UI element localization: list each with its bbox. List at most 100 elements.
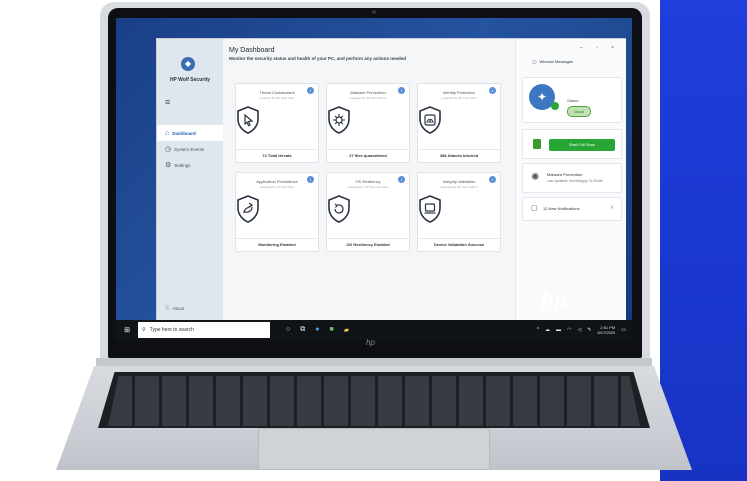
sidebar-item-label: System Events [174, 146, 205, 152]
card-powered-by: powered by HP Sure Click [441, 96, 477, 100]
info-icon[interactable]: i [489, 87, 496, 94]
battery-icon[interactable]: ▬ [556, 327, 561, 333]
volume-icon[interactable]: ◁ [577, 327, 581, 333]
wifi-icon[interactable]: ◠ [567, 327, 571, 333]
card-malware-prevention[interactable]: i Malware Prevention powered by HP Sure … [326, 83, 410, 163]
taskbar-search-input[interactable]: ⚲ Type here to search [138, 322, 270, 338]
card-powered-by: powered by HP Sure Recover [348, 185, 388, 189]
window-controls[interactable]: – ▫ × [580, 45, 620, 51]
start-full-scan-button[interactable]: Start Full Scan [549, 139, 615, 151]
card-application-persistence[interactable]: i Application Persistence powered by HP … [235, 172, 319, 252]
scan-card: Start Full Scan [522, 129, 622, 159]
taskbar-clock[interactable]: 2:51 PM 5/17/2020 [597, 325, 615, 335]
sidebar-item-label: Dashboard [172, 130, 196, 136]
status-check-icon [551, 102, 559, 110]
about-label: About [172, 305, 185, 311]
cortana-icon[interactable]: ○ [286, 326, 290, 334]
chat-icon: ◯ [532, 59, 537, 64]
card-footer: 72 Total threats [236, 149, 318, 162]
sidebar-item-label: Settings [174, 162, 191, 168]
security-cards-grid: i Threat Containment powered by HP Sure … [235, 83, 501, 252]
windows-start-icon[interactable]: ⊞ [120, 326, 134, 334]
webcam [372, 10, 376, 14]
page-title: My Dashboard [229, 47, 275, 54]
gear-icon: ⚙ [165, 162, 172, 169]
notifications-label: 12 New Notifications [543, 206, 580, 211]
store-icon[interactable]: ■ [329, 326, 333, 334]
info-icon[interactable]: i [307, 176, 314, 183]
sidebar-nav: ⌂ Dashboard ◷ System Events ⚙ Settings [157, 125, 223, 173]
card-powered-by: powered by HP Sure Sense [349, 96, 387, 100]
file-explorer-icon[interactable]: ▰ [344, 326, 349, 334]
clock-date: 5/17/2020 [597, 330, 616, 335]
blue-background-panel [660, 0, 747, 481]
info-icon[interactable]: i [489, 176, 496, 183]
status-badge: Good [567, 106, 591, 117]
edge-icon[interactable]: ● [315, 326, 319, 334]
malware-update-card: ✺ Malware Prevention Last updated: mm/dd… [522, 163, 622, 193]
card-powered-by: powered by HP Sure Click [259, 96, 295, 100]
virus-shield-icon [328, 106, 350, 134]
card-integrity-validation[interactable]: i Integrity Validation powered by HP Sur… [417, 172, 501, 252]
dashboard-main: My Dashboard Monitor the security status… [229, 47, 509, 317]
system-tray: ^ ☁ ▬ ◠ ◁ ✎ 2:51 PM 5/17/2020 ▭ [537, 325, 626, 335]
search-placeholder: Type here to search [149, 327, 194, 333]
card-footer: Monitoring Enabled [236, 238, 318, 251]
card-os-resiliency[interactable]: i OS Resiliency powered by HP Sure Recov… [326, 172, 410, 252]
sidebar: ◆ HP Wolf Security ≡ ⌂ Dashboard ◷ Syste… [157, 39, 223, 321]
sidebar-item-about[interactable]: ⓘ About [165, 305, 184, 311]
menu-icon[interactable]: ≡ [165, 97, 170, 107]
status-label: Status [567, 98, 579, 103]
virus-icon: ✺ [531, 172, 540, 183]
page-subtitle: Monitor the security status and health o… [229, 56, 407, 61]
info-icon: ⓘ [165, 305, 170, 310]
card-threat-containment[interactable]: i Threat Containment powered by HP Sure … [235, 83, 319, 163]
window-messages-label: Window Messages [539, 59, 574, 64]
touchpad [258, 428, 490, 470]
persistence-shield-icon [237, 195, 259, 223]
hp-logo-icon: hp [540, 287, 568, 312]
laptop-screen: ◆ HP Wolf Security ≡ ⌂ Dashboard ◷ Syste… [116, 18, 632, 340]
card-title: OS Resiliency [355, 179, 381, 184]
card-footer: 398 Attacks blocked [418, 149, 500, 162]
card-title: Malware Prevention [350, 90, 386, 95]
info-icon[interactable]: i [307, 87, 314, 94]
malware-detail: Last updated: mm/dd/yyyy 11:00AM [547, 179, 603, 183]
taskbar-pinned-apps: ○ ⧉ ● ■ ▰ [286, 326, 349, 334]
card-title: Integrity Validation [442, 179, 476, 184]
taskbar: ⊞ ⚲ Type here to search ○ ⧉ ● ■ ▰ ^ ☁ ▬ … [116, 320, 632, 340]
device-shield-icon [419, 195, 441, 223]
fingerprint-shield-icon [419, 106, 441, 134]
info-icon[interactable]: i [398, 176, 405, 183]
notifications-card[interactable]: ▢ 12 New Notifications › [522, 197, 622, 221]
status-card: ✦ Status Good [522, 77, 622, 123]
card-title: Identity Protection [442, 90, 476, 95]
card-footer: OS Resiliency Enabled [327, 238, 409, 251]
chevron-up-icon[interactable]: ^ [537, 327, 539, 333]
notification-center-icon[interactable]: ▭ [621, 327, 626, 333]
wolf-logo-icon: ◆ [181, 57, 195, 71]
sidebar-item-settings[interactable]: ⚙ Settings [157, 157, 223, 173]
notification-icon: ▢ [531, 205, 538, 212]
clock-icon: ◷ [165, 146, 172, 153]
pen-icon[interactable]: ✎ [587, 327, 591, 333]
card-title: Application Persistence [256, 179, 298, 184]
chevron-right-icon: › [610, 204, 613, 211]
scan-icon [533, 139, 541, 149]
malware-title: Malware Prevention [547, 172, 583, 177]
home-icon: ⌂ [165, 129, 170, 137]
sidebar-item-dashboard[interactable]: ⌂ Dashboard [157, 125, 223, 141]
card-identity-protection[interactable]: i Identity Protection powered by HP Sure… [417, 83, 501, 163]
window-messages-link[interactable]: ◯ Window Messages [532, 59, 573, 64]
cursor-shield-icon [237, 106, 259, 134]
cloud-icon[interactable]: ☁ [545, 327, 550, 333]
sidebar-item-system-events[interactable]: ◷ System Events [157, 141, 223, 157]
task-view-icon[interactable]: ⧉ [300, 326, 305, 334]
right-panel: – ▫ × ◯ Window Messages ✦ Status Good St… [515, 39, 626, 321]
card-powered-by: powered by HP Sure Run [260, 185, 294, 189]
hp-lid-logo-icon: hp [366, 338, 375, 347]
search-icon: ⚲ [142, 327, 146, 333]
card-footer: Device Validation Success [418, 238, 500, 251]
info-icon[interactable]: i [398, 87, 405, 94]
keyboard-keys [108, 376, 640, 426]
